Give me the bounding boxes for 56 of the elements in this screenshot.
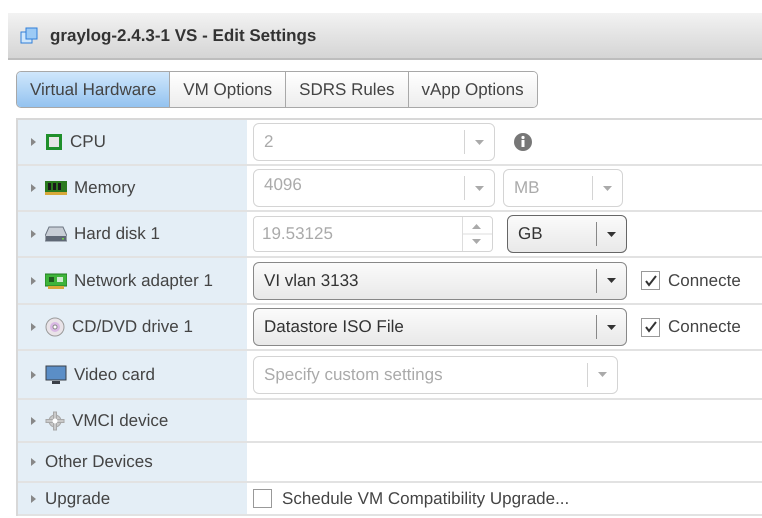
info-icon[interactable] xyxy=(513,132,533,152)
window-title: graylog-2.4.3-1 VS - Edit Settings xyxy=(50,24,316,47)
tab[interactable]: VM Options xyxy=(169,72,286,107)
network-card-icon xyxy=(45,272,67,288)
device-label: Hard disk 1 xyxy=(74,223,160,246)
disc-icon xyxy=(45,317,65,337)
vm-icon xyxy=(20,26,38,44)
device-label: Upgrade xyxy=(45,488,110,510)
combo-value: 4096 xyxy=(263,174,302,196)
checkbox[interactable] xyxy=(253,489,272,508)
expand-toggle[interactable] xyxy=(30,138,38,146)
expand-toggle[interactable] xyxy=(30,230,38,238)
caret-icon xyxy=(475,186,484,190)
caret-icon xyxy=(607,278,616,283)
device-label: Memory xyxy=(74,177,136,200)
select-dropdown[interactable]: VI vlan 3133 xyxy=(253,262,627,300)
checkbox-label: Schedule VM Compatibility Upgrade... xyxy=(282,488,570,510)
expand-toggle[interactable] xyxy=(30,276,38,284)
tab[interactable]: Virtual Hardware xyxy=(17,72,170,107)
spinner-value: 19.53125 xyxy=(261,223,333,246)
device-label: Video card xyxy=(74,364,155,386)
expand-toggle[interactable] xyxy=(30,323,38,331)
chip-icon xyxy=(45,133,63,151)
caret-icon xyxy=(607,324,616,330)
monitor-icon xyxy=(45,364,67,384)
device-label: CPU xyxy=(70,131,106,154)
select-placeholder: Specify custom settings xyxy=(263,364,443,386)
device-label: CD/DVD drive 1 xyxy=(72,316,193,338)
unit-dropdown[interactable]: GB xyxy=(507,215,627,253)
device-label: Network adapter 1 xyxy=(74,270,213,292)
tab[interactable]: vApp Options xyxy=(408,72,537,107)
select-value: Datastore ISO File xyxy=(263,316,404,338)
expand-toggle[interactable] xyxy=(30,494,38,502)
hard-drive-icon xyxy=(45,226,67,242)
checkbox-label: Connecte xyxy=(668,316,741,338)
expand-toggle[interactable] xyxy=(30,184,38,192)
memory-icon xyxy=(45,181,67,195)
expand-toggle[interactable] xyxy=(30,416,38,424)
select-value: VI vlan 3133 xyxy=(263,270,359,292)
gear-icon xyxy=(45,410,65,430)
checkbox-label: Connecte xyxy=(668,270,741,292)
unit-value: MB xyxy=(513,177,540,200)
caret-icon xyxy=(475,140,484,144)
device-label: Other Devices xyxy=(45,451,153,474)
device-label: VMCI device xyxy=(72,410,168,432)
tab[interactable]: SDRS Rules xyxy=(285,72,408,107)
expand-toggle[interactable] xyxy=(30,458,38,466)
caret-icon xyxy=(607,232,616,236)
caret-icon xyxy=(603,186,612,190)
expand-toggle[interactable] xyxy=(30,370,38,378)
dropdown-value: 2 xyxy=(263,131,274,154)
connected-checkbox[interactable] xyxy=(641,271,660,290)
select-dropdown[interactable]: Datastore ISO File xyxy=(253,308,627,346)
caret-icon xyxy=(598,372,607,377)
connected-checkbox[interactable] xyxy=(641,318,660,336)
unit-value: GB xyxy=(517,223,543,246)
